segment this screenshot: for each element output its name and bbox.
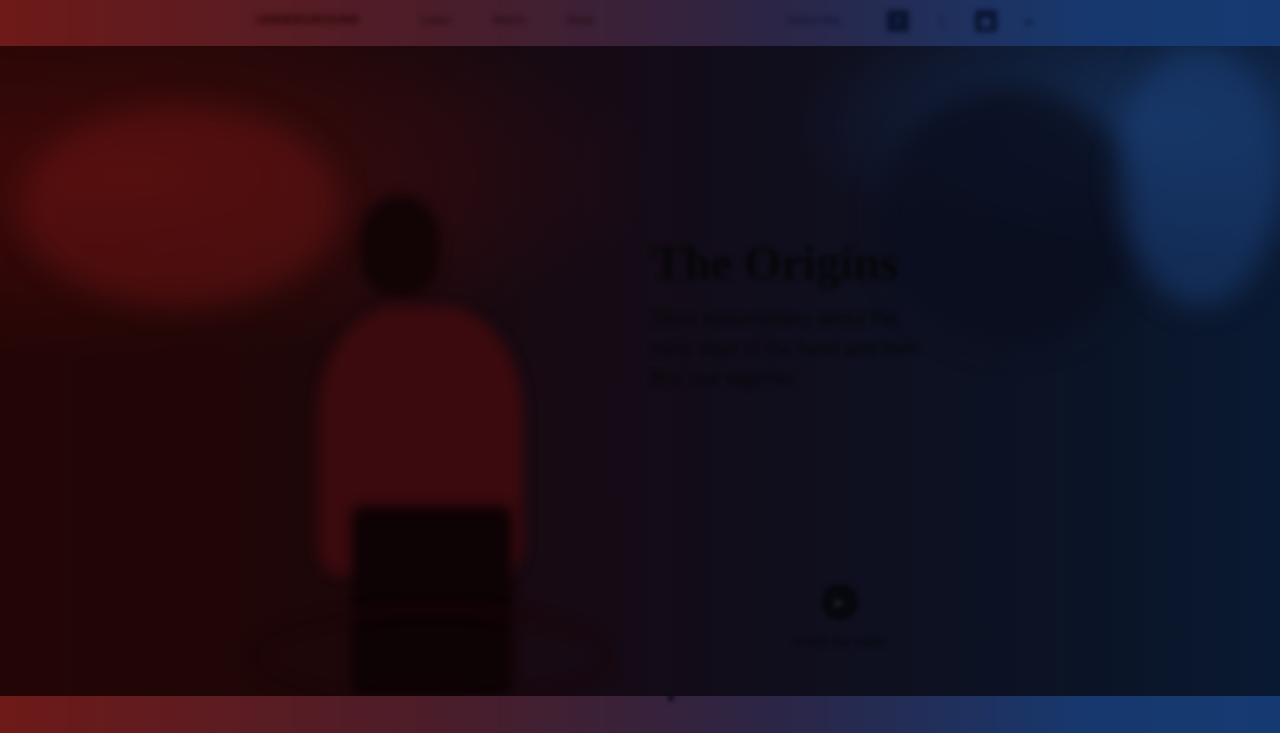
bottom-bar xyxy=(0,696,1280,733)
facebook-icon[interactable]: f xyxy=(887,10,909,32)
hero-title: The Origins xyxy=(652,237,899,290)
hero-description: Short documentary about the early days o… xyxy=(652,309,919,390)
chevron-down-icon[interactable]: ▼ xyxy=(664,690,684,706)
nav-link-listen[interactable]: Listen xyxy=(420,13,452,27)
subscribe-link[interactable]: Subscribe xyxy=(787,13,840,27)
youtube-icon[interactable]: ▸ xyxy=(1019,10,1041,32)
play-trailer-control[interactable]: ▶ Watch the trailer xyxy=(770,584,910,649)
bicycle xyxy=(250,606,612,696)
background-sky xyxy=(1120,46,1280,306)
person-head xyxy=(360,196,440,296)
instagram-icon[interactable]: ◼ xyxy=(975,10,997,32)
hero-text-block: The Origins Short documentary about the … xyxy=(652,236,952,395)
play-label[interactable]: Watch the trailer xyxy=(770,634,910,649)
twitter-icon[interactable]: t xyxy=(931,10,953,32)
play-icon[interactable]: ▶ xyxy=(822,584,858,620)
nav-link-watch[interactable]: Watch xyxy=(492,13,526,27)
hero-section: The Origins Short documentary about the … xyxy=(0,46,1280,696)
brand-logo[interactable]: UNDERGROUND xyxy=(256,12,371,28)
top-navigation-bar: UNDERGROUND Listen Watch Shop Subscribe … xyxy=(0,0,1280,46)
background-foliage xyxy=(20,106,340,306)
nav-link-shop[interactable]: Shop xyxy=(566,13,594,27)
